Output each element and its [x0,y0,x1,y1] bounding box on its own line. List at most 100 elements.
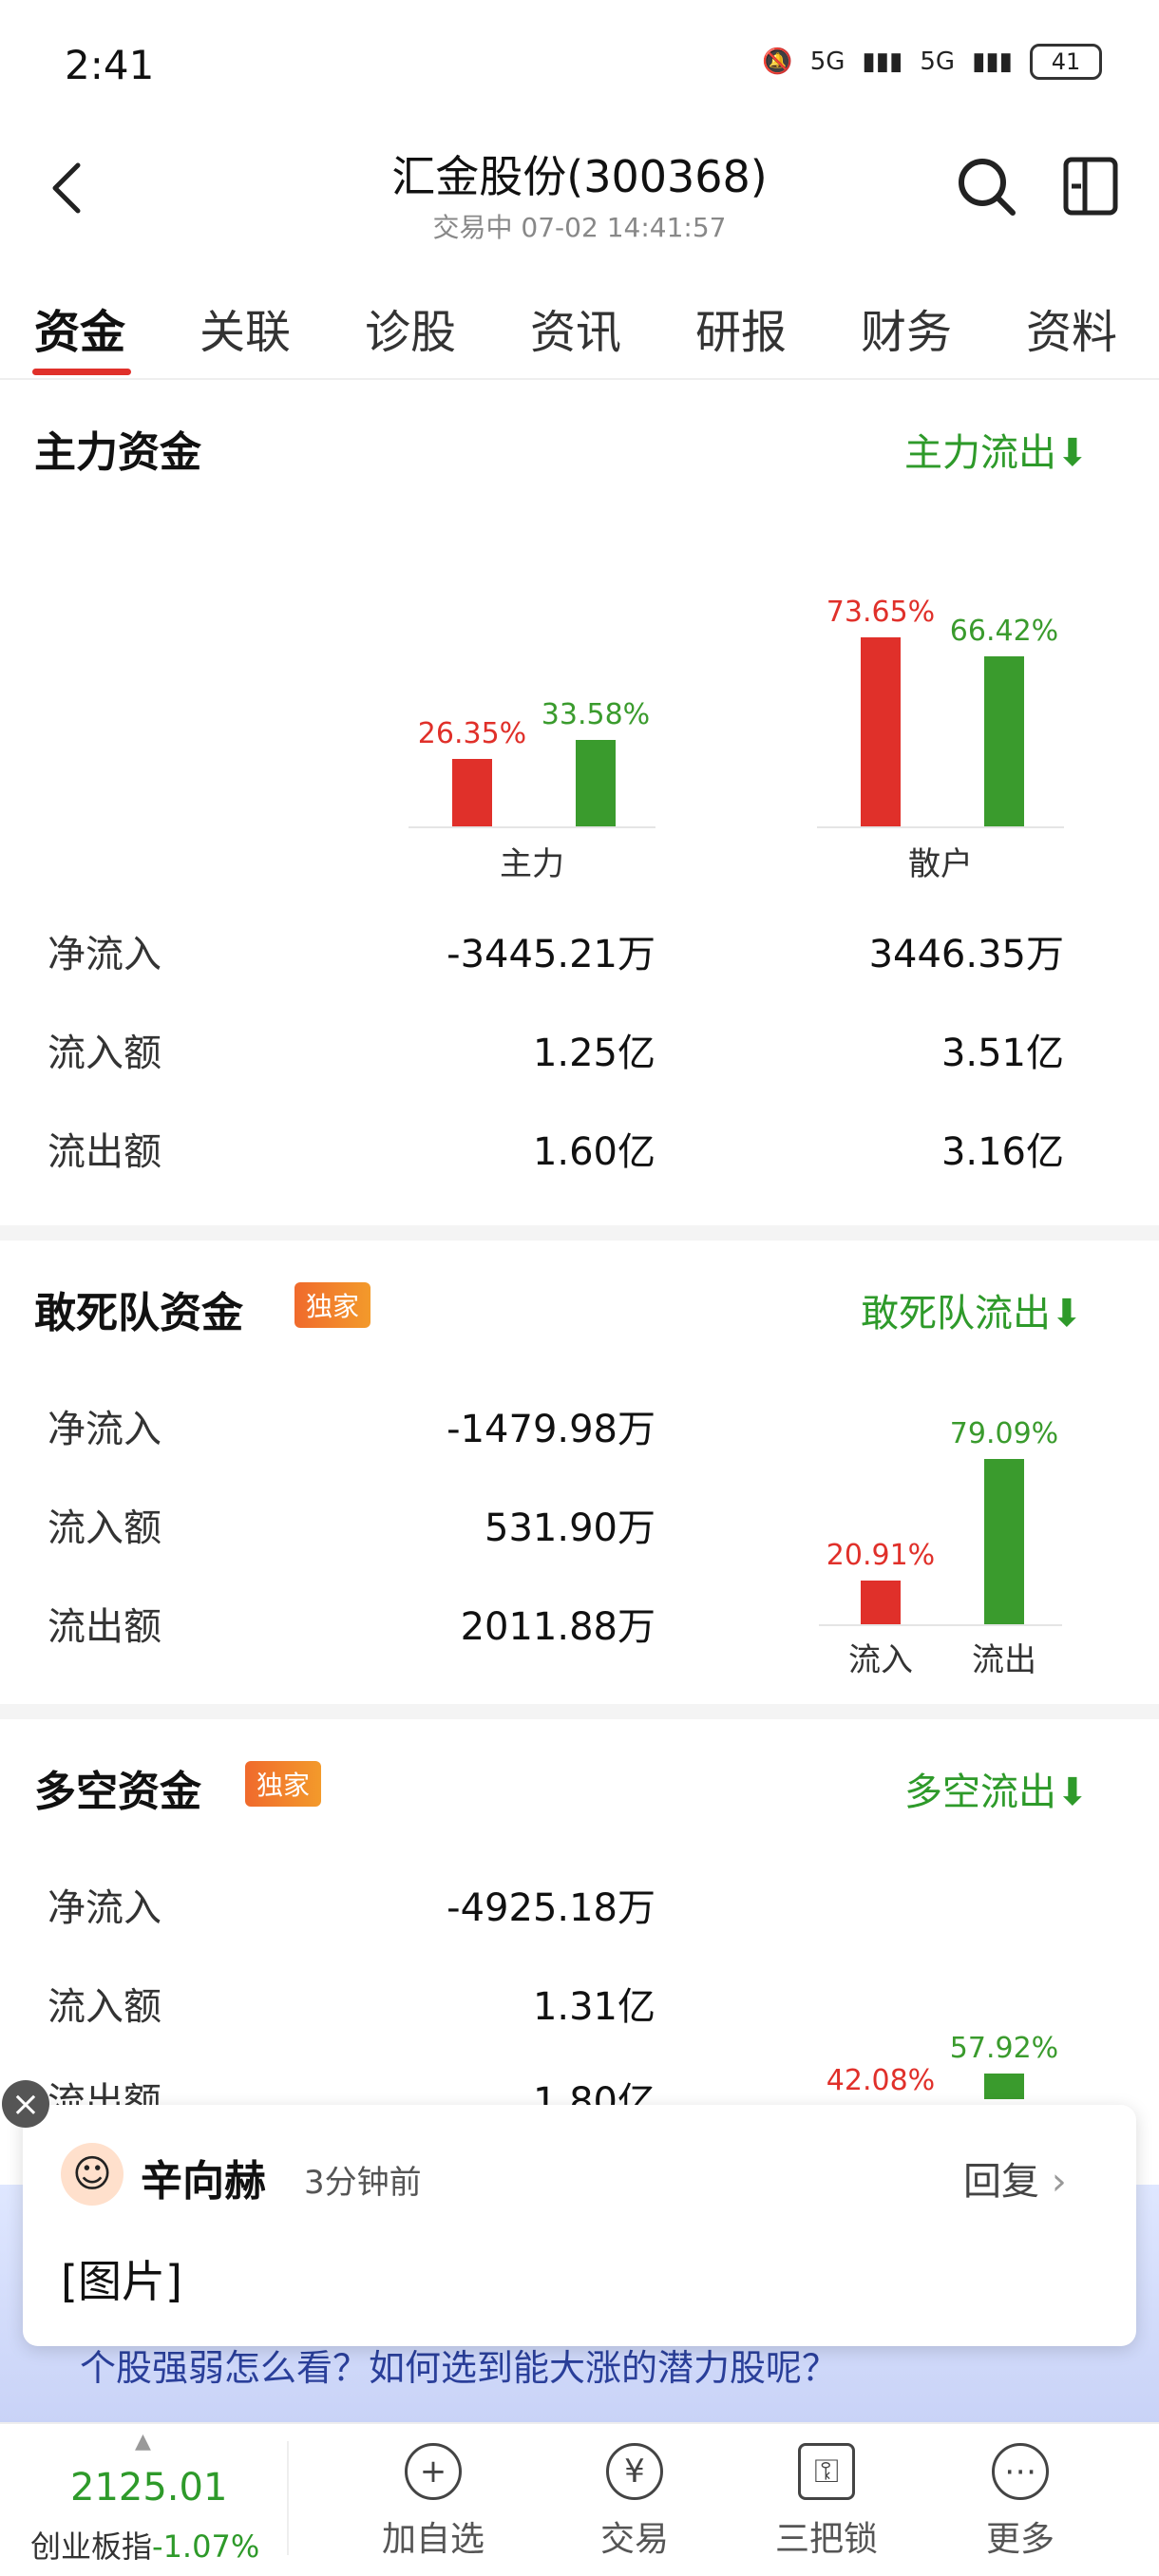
index-name: 创业板指 [30,2529,153,2565]
more-label: 更多 [985,2520,1054,2559]
chart-bar [984,2073,1024,2099]
tab-finance[interactable]: 财务 [861,294,952,361]
chart-bar [861,1580,901,1624]
index-info[interactable]: 创业板指-1.07% [30,2523,259,2567]
chart-category-label: 流入 [848,1641,913,1679]
status-icons: 🔕 5G ▮▮▮ 5G ▮▮▮ 41 [762,44,1102,80]
add-watchlist-label: 加自选 [381,2520,484,2559]
tab-profile[interactable]: 资料 [1026,294,1117,361]
chart-bar [452,758,492,826]
chart-bar-label: 66.42% [949,614,1059,648]
more-button[interactable]: ⋯ 更多 [944,2443,1096,2561]
network-5g-2: 5G [920,47,956,76]
divider [287,2441,289,2555]
exclusive-badge: 独家 [245,1761,322,1807]
reply-label: 回复 [963,2160,1039,2204]
longshort-funds-trend[interactable]: 多空流出⬇ [904,1761,1089,1816]
dare-row-label: 流出额 [48,1605,162,1649]
switch-layout-icon[interactable] [1056,152,1125,220]
down-arrow-icon: ⬇ [1051,1292,1083,1335]
chart-bar [984,1459,1024,1624]
chart-bar-label: 33.58% [541,698,651,732]
tab-related[interactable]: 关联 [200,294,291,361]
longshort-net-value: -4925.18万 [446,1886,656,1930]
dare-row-label: 净流入 [48,1408,162,1451]
dare-inflow-value: 531.90万 [484,1506,656,1550]
index-value[interactable]: 2125.01 [70,2466,227,2510]
main-row-label: 流出额 [48,1130,162,1174]
network-5g-1: 5G [809,47,846,76]
tab-research[interactable]: 研报 [695,294,787,361]
tab-diagnosis[interactable]: 诊股 [365,294,456,361]
chart-bar-label: 79.09% [949,1417,1059,1450]
close-icon[interactable]: × [2,2080,49,2128]
trade-label: 交易 [599,2520,669,2559]
main-funds-chart: 主力 26.35% 33.58% 散户 73.65% 66.42% [0,570,1159,893]
chart-bar [861,637,901,826]
chart-baseline [408,826,656,828]
three-locks-label: 三把锁 [774,2520,878,2559]
divider [0,378,1159,380]
longshort-inflow-value: 1.31亿 [532,1985,656,2029]
main-inflow-value: 1.25亿 [532,1032,656,1075]
add-watchlist-button[interactable]: + 加自选 [357,2443,509,2561]
dare-funds-chart: 20.91% 流入 79.09% 流出 [798,1396,1083,1681]
chart-category-label: 散户 [908,845,973,883]
main-row-label: 净流入 [48,933,162,976]
tab-active-indicator [32,369,131,375]
status-time: 2:41 [65,42,155,88]
dare-funds-trend[interactable]: 敢死队流出⬇ [861,1282,1083,1337]
signal-icon: ▮▮▮ [862,47,903,76]
chart-bar [576,740,616,826]
yen-icon: ¥ [606,2443,663,2500]
tab-news[interactable]: 资讯 [530,294,621,361]
mute-icon: 🔕 [762,47,793,76]
down-arrow-icon: ⬇ [1056,1771,1089,1814]
signal-icon: ▮▮▮ [972,47,1013,76]
chart-bar-label: 20.91% [826,1538,936,1572]
battery-icon: 41 [1030,44,1102,80]
longshort-funds-trend-label: 多空流出 [904,1771,1056,1814]
longshort-row-label: 净流入 [48,1886,162,1930]
search-icon[interactable] [952,152,1020,220]
message-popup[interactable]: ☺ 辛向赫 3分钟前 回复 › [图片] [23,2105,1136,2346]
retail-inflow-value: 3.51亿 [940,1032,1064,1075]
three-locks-button[interactable]: ⚿ 三把锁 [750,2443,902,2561]
chevron-right-icon: › [1051,2160,1067,2204]
chevron-up-icon[interactable]: ▲ [135,2430,151,2453]
main-funds-title: 主力资金 [34,428,201,477]
dare-funds-title: 敢死队资金 [34,1289,243,1337]
trade-button[interactable]: ¥ 交易 [559,2443,711,2561]
ad-banner-text: 个股强弱怎么看？如何选到能大涨的潜力股呢？ [80,2347,839,2389]
main-funds-trend-label: 主力流出 [904,431,1056,475]
tab-funds[interactable]: 资金 [34,294,125,361]
down-arrow-icon: ⬇ [1056,431,1089,475]
dare-net-value: -1479.98万 [446,1408,656,1451]
tab-bar: 资金 关联 诊股 资讯 研报 财务 资料 [0,285,1159,380]
reply-button[interactable]: 回复 › [963,2150,1067,2206]
popup-content: [图片] [61,2256,182,2307]
longshort-funds-chart: 42.08%流入57.92%流出 [798,1871,1083,2099]
more-icon: ⋯ [992,2443,1049,2500]
index-change: -1.07% [152,2529,260,2565]
longshort-funds-title: 多空资金 [34,1768,201,1816]
retail-net-value: 3446.35万 [868,933,1064,976]
main-outflow-value: 1.60亿 [532,1130,656,1174]
section-separator [0,1704,1159,1719]
popup-time: 3分钟前 [304,2164,422,2202]
section-separator [0,1225,1159,1241]
chart-category-label: 流出 [972,1641,1036,1679]
dare-funds-trend-label: 敢死队流出 [861,1292,1051,1335]
dare-row-label: 流入额 [48,1506,162,1550]
popup-user: 辛向赫 [141,2157,266,2206]
chart-baseline [817,826,1064,828]
retail-outflow-value: 3.16亿 [940,1130,1064,1174]
main-row-label: 流入额 [48,1032,162,1075]
chart-bar [984,655,1024,826]
chart-bar-label: 42.08% [826,2064,936,2098]
main-funds-trend[interactable]: 主力流出⬇ [904,422,1089,477]
plus-icon: + [405,2443,462,2500]
chart-bar-label: 57.92% [949,2031,1059,2065]
exclusive-badge: 独家 [294,1282,371,1328]
main-net-value: -3445.21万 [446,933,656,976]
